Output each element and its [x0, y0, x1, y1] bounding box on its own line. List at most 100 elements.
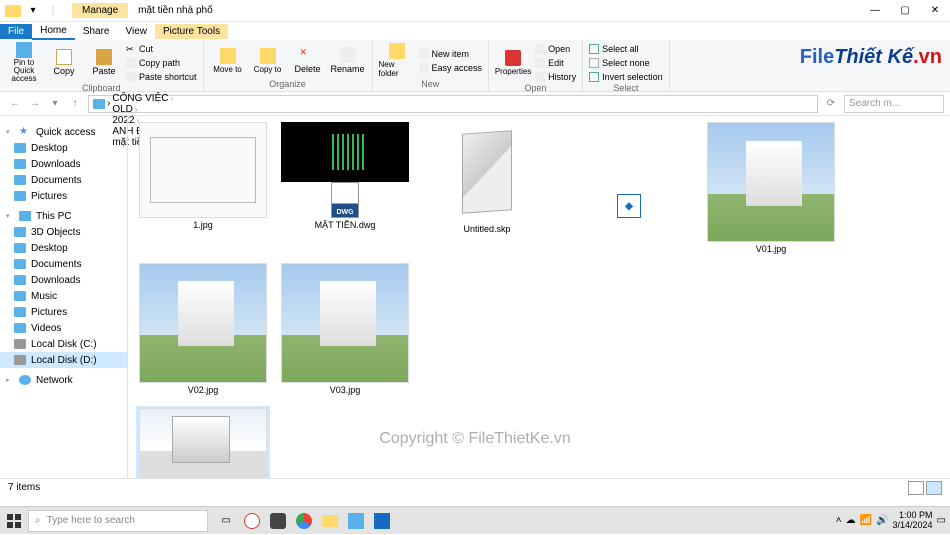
taskbar-app-5[interactable] — [344, 509, 368, 533]
tray-volume-icon[interactable]: 🔊 — [876, 515, 888, 526]
sidebar-item[interactable]: Desktop — [0, 240, 127, 256]
recent-locations-button[interactable]: ▾ — [46, 95, 64, 113]
sidebar-item[interactable]: Local Disk (C:) — [0, 336, 127, 352]
taskbar-search[interactable]: ⌕ Type here to search — [28, 510, 208, 532]
sidebar-item[interactable]: Desktop — [0, 140, 127, 156]
file-item[interactable]: 1.jpg — [136, 120, 270, 257]
chevron-icon[interactable]: › — [107, 98, 110, 109]
history-button[interactable]: History — [535, 70, 576, 83]
easy-access-button[interactable]: Easy access — [419, 61, 483, 74]
file-item[interactable]: V01.jpg — [704, 120, 838, 257]
taskbar-clock[interactable]: 1:00 PM 3/14/2024 — [893, 511, 933, 531]
pasteshortcut-icon — [126, 72, 136, 82]
sidebar-item[interactable]: Downloads — [0, 272, 127, 288]
back-button[interactable]: ← — [6, 95, 24, 113]
sidebar-item[interactable]: Pictures — [0, 188, 127, 204]
sidebar-item[interactable]: 3D Objects — [0, 224, 127, 240]
file-item[interactable]: V02.jpg — [136, 261, 270, 398]
tray-cloud-icon[interactable]: ☁ — [846, 515, 856, 526]
file-item[interactable]: DWGMẶT TIỀN.dwg — [278, 120, 412, 257]
tray-wifi-icon[interactable]: 📶 — [860, 515, 872, 526]
refresh-button[interactable]: ⟳ — [822, 95, 840, 113]
file-item[interactable]: V03.jpg — [278, 261, 412, 398]
search-input[interactable]: Search m... — [844, 95, 944, 113]
copy-to-button[interactable]: Copy to — [250, 42, 286, 79]
select-none-button[interactable]: Select none — [589, 56, 663, 69]
edit-button[interactable]: Edit — [535, 56, 576, 69]
file-item[interactable]: ◆ — [562, 120, 696, 257]
open-button[interactable]: Open — [535, 42, 576, 55]
tab-picture-tools[interactable]: Picture Tools — [155, 24, 228, 39]
sidebar-item[interactable]: Documents — [0, 256, 127, 272]
minimize-button[interactable]: — — [860, 0, 890, 22]
qat-down-icon[interactable]: ▾ — [24, 2, 42, 20]
folder-icon — [14, 227, 26, 237]
file-name: V02.jpg — [188, 385, 219, 396]
breadcrumb-item[interactable]: OLD › — [112, 104, 290, 115]
easyaccess-icon — [419, 63, 429, 73]
up-button[interactable]: ↑ — [66, 95, 84, 113]
tab-view[interactable]: View — [118, 24, 156, 39]
sidebar-item[interactable]: Downloads — [0, 156, 127, 172]
group-label-select: Select — [589, 83, 663, 93]
copy-button[interactable]: Copy — [46, 42, 82, 83]
navigation-pane[interactable]: ▾★Quick access DesktopDownloadsDocuments… — [0, 116, 128, 478]
file-list[interactable]: 1.jpg DWGMẶT TIỀN.dwgUntitled.skp◆ V01.jpg… — [128, 116, 950, 478]
large-icons-view-icon[interactable] — [926, 481, 942, 495]
chevron-right-icon: ▸ — [6, 376, 14, 384]
copy-path-button[interactable]: Copy path — [126, 56, 197, 69]
move-to-button[interactable]: Move to — [210, 42, 246, 79]
rename-button[interactable]: Rename — [330, 42, 366, 79]
address-bar: ← → ▾ ↑ › This PC › Local Disk (D:) › ổ … — [0, 92, 950, 116]
folder-icon — [14, 291, 26, 301]
task-view-button[interactable]: ▭ — [214, 509, 238, 533]
taskbar-app-1[interactable] — [240, 509, 264, 533]
delete-button[interactable]: ✕Delete — [290, 42, 326, 79]
sidebar-this-pc[interactable]: ▾This PC — [0, 208, 127, 224]
sidebar-item[interactable]: Local Disk (D:) — [0, 352, 127, 368]
sidebar-network[interactable]: ▸Network — [0, 372, 127, 388]
sidebar-item[interactable]: Music — [0, 288, 127, 304]
brand-watermark: FileThiết Kế.vn — [800, 46, 942, 69]
tab-share[interactable]: Share — [75, 24, 118, 39]
tab-home[interactable]: Home — [32, 23, 75, 40]
details-view-icon[interactable] — [908, 481, 924, 495]
breadcrumb-item[interactable]: CÔNG VIỆC › — [112, 93, 290, 104]
copypath-icon — [126, 58, 136, 68]
forward-button[interactable]: → — [26, 95, 44, 113]
maximize-button[interactable]: ▢ — [890, 0, 920, 22]
file-name: 1.jpg — [193, 220, 213, 231]
folder-icon — [14, 191, 26, 201]
search-icon: ⌕ — [35, 515, 41, 526]
notifications-icon[interactable]: ▭ — [937, 515, 946, 526]
taskbar-app-2[interactable] — [266, 509, 290, 533]
context-tab-manage[interactable]: Manage — [72, 3, 128, 18]
paste-button[interactable]: Paste — [86, 42, 122, 83]
file-item[interactable]: c5248066128193_dff6701f473e231b53f5a2983… — [136, 406, 270, 478]
properties-button[interactable]: Properties — [495, 42, 531, 83]
pin-quick-access-button[interactable]: Pin to Quick access — [6, 42, 42, 83]
new-folder-button[interactable]: New folder — [379, 42, 415, 79]
view-toggles[interactable] — [908, 481, 942, 495]
invert-selection-button[interactable]: Invert selection — [589, 70, 663, 83]
paste-shortcut-button[interactable]: Paste shortcut — [126, 70, 197, 83]
breadcrumb[interactable]: › This PC › Local Disk (D:) › ổ cứng máy… — [88, 95, 818, 113]
select-all-button[interactable]: Select all — [589, 42, 663, 55]
tab-file[interactable]: File — [0, 24, 32, 39]
taskbar-explorer[interactable] — [318, 509, 342, 533]
sidebar-item[interactable]: Pictures — [0, 304, 127, 320]
titlebar: ▾ | Manage mặt tiền nhà phố — ▢ ✕ — [0, 0, 950, 22]
cut-button[interactable]: ✂Cut — [126, 42, 197, 55]
file-name: V01.jpg — [756, 244, 787, 255]
file-item[interactable]: Untitled.skp — [420, 120, 554, 257]
taskbar-sketchup[interactable] — [370, 509, 394, 533]
sidebar-item[interactable]: Videos — [0, 320, 127, 336]
close-button[interactable]: ✕ — [920, 0, 950, 22]
start-button[interactable] — [0, 507, 28, 535]
taskbar-chrome[interactable] — [292, 509, 316, 533]
sidebar-item[interactable]: Documents — [0, 172, 127, 188]
tray-chevron-icon[interactable]: ˄ — [836, 515, 842, 526]
sidebar-quick-access[interactable]: ▾★Quick access — [0, 124, 127, 140]
windows-icon — [7, 514, 21, 528]
new-item-button[interactable]: New item — [419, 47, 483, 60]
